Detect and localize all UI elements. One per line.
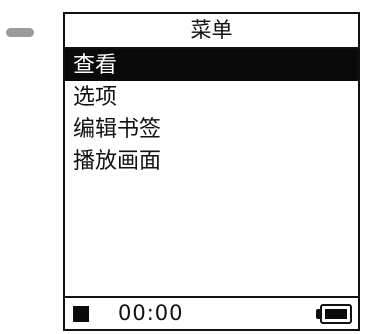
status-bar: 00:00 [65,296,358,329]
status-led-icon [6,28,34,37]
menu-item-options[interactable]: 选项 [65,81,358,113]
menu-item-edit-bookmarks[interactable]: 编辑书签 [65,113,358,145]
stop-icon [73,306,89,322]
device-screen: 菜单 查看 选项 编辑书签 播放画面 00:00 [63,12,360,331]
menu-item-view[interactable]: 查看 [65,49,358,81]
device-frame: 菜单 查看 选项 编辑书签 播放画面 00:00 [0,0,365,334]
battery-level-fill [325,309,347,319]
menu-title: 菜单 [65,14,358,49]
menu-list: 查看 选项 编辑书签 播放画面 [65,49,358,177]
battery-body [320,304,352,324]
playback-time: 00:00 [118,301,184,325]
battery-icon [316,304,352,324]
menu-item-playback-screen[interactable]: 播放画面 [65,145,358,177]
